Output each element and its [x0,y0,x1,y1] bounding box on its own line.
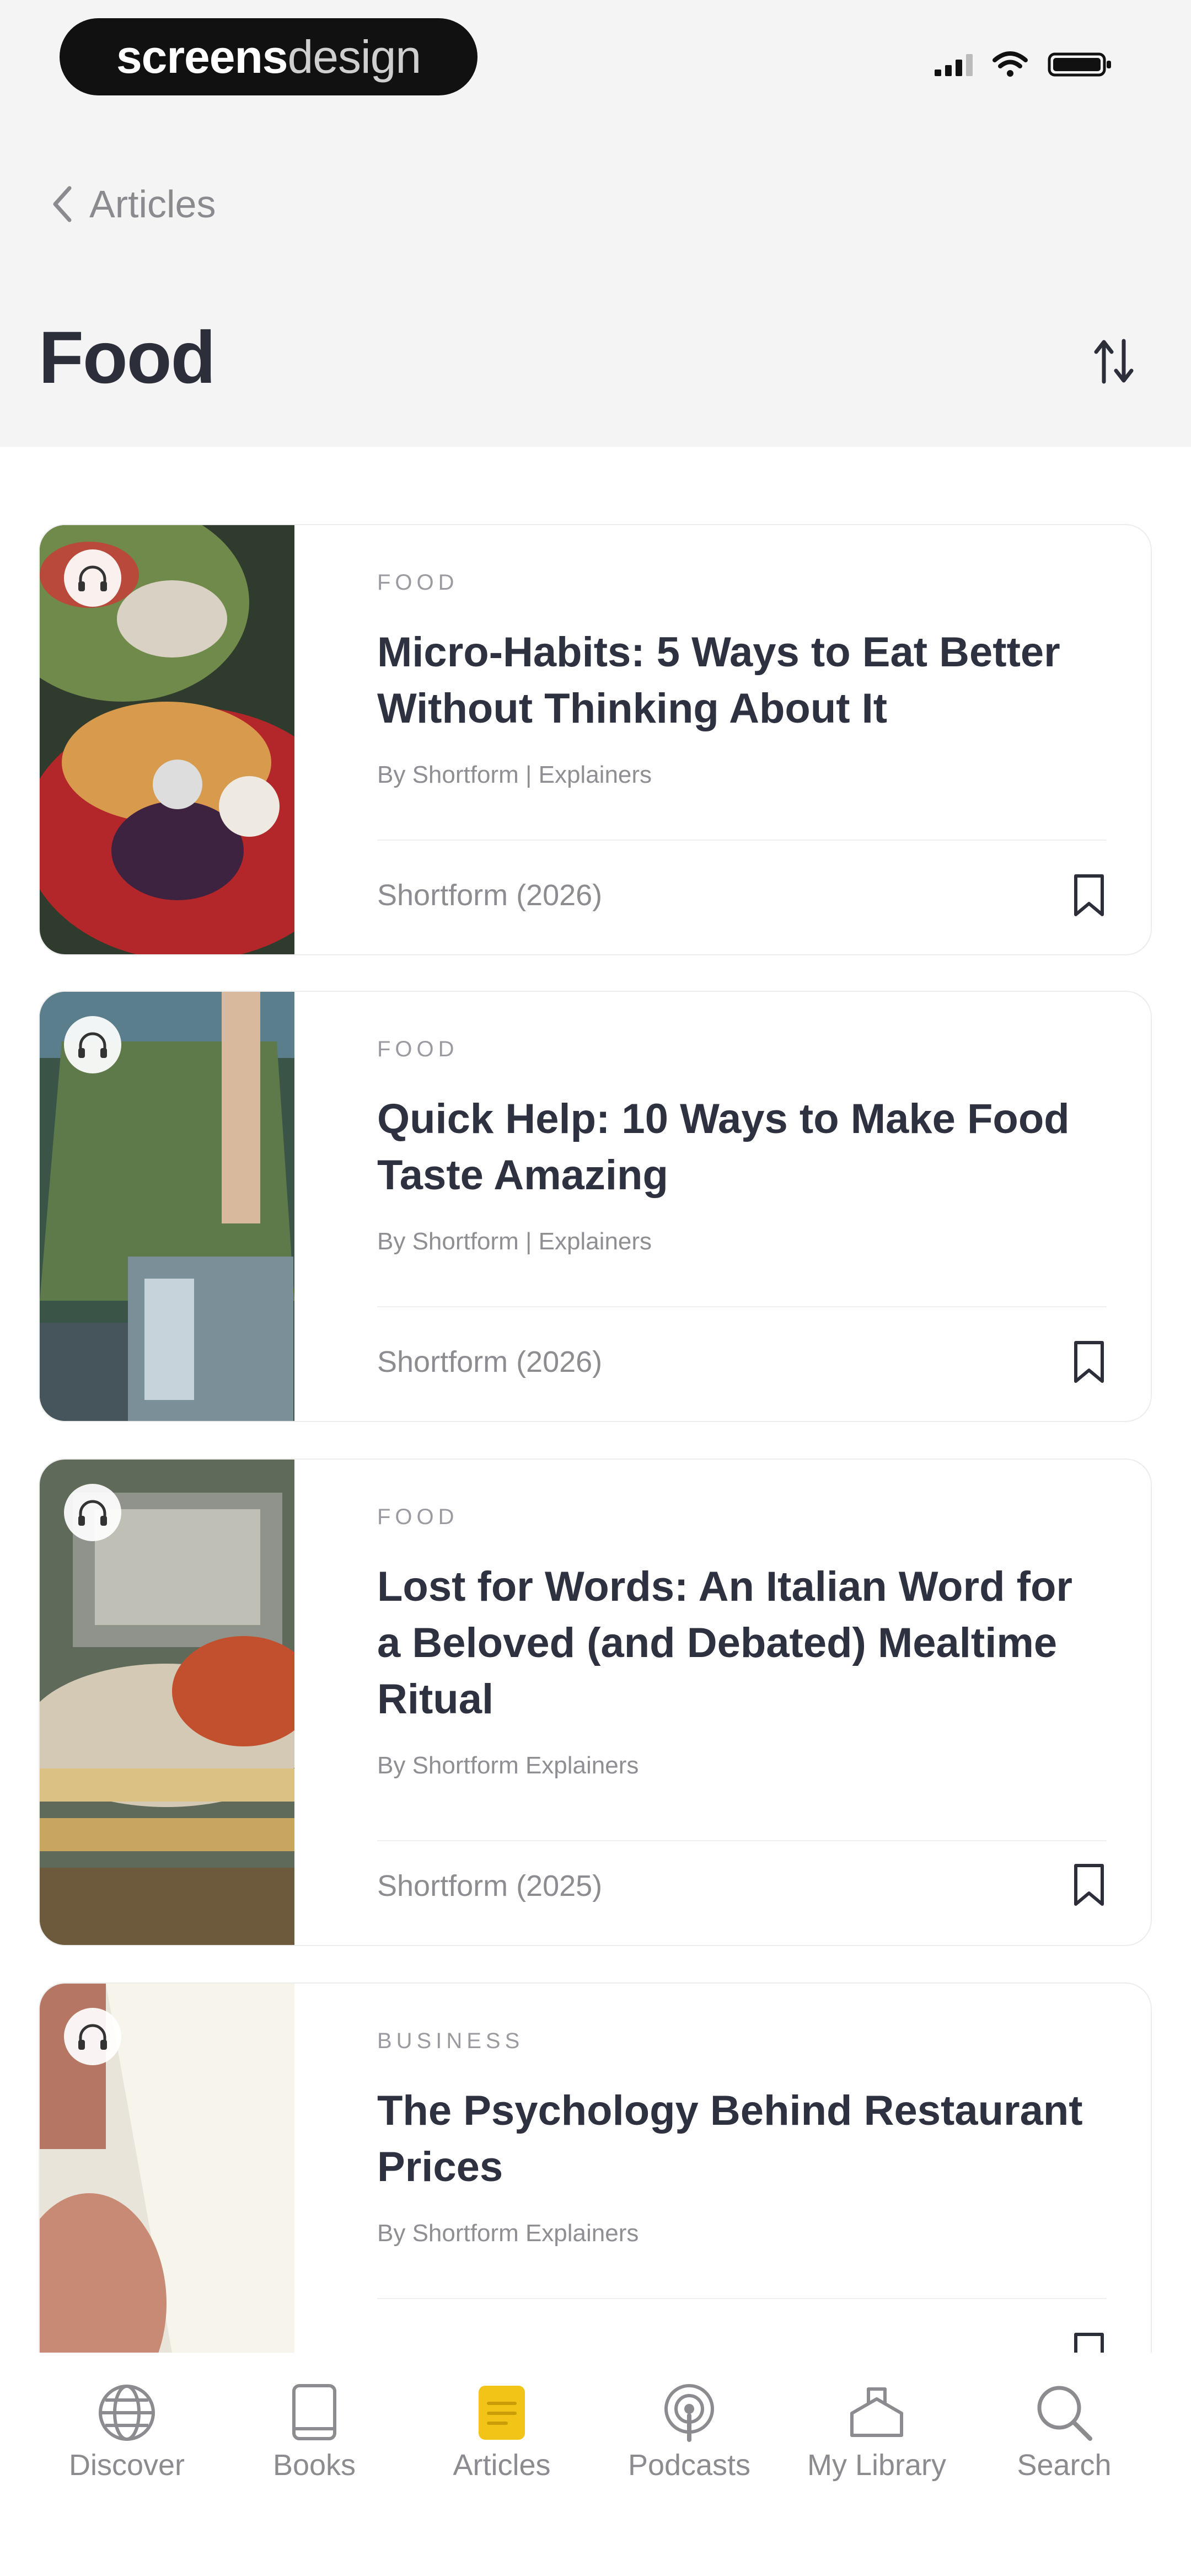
tab-label: My Library [807,2449,947,2482]
watermark-logo: screens design [60,18,478,95]
bottom-tab-bar: Discover Books Articles Podcasts My Libr… [0,2353,1191,2576]
article-card[interactable]: FOOD Quick Help: 10 Ways to Make Food Ta… [39,991,1152,1422]
headphones-icon [64,1484,121,1541]
article-body: FOOD Quick Help: 10 Ways to Make Food Ta… [339,992,1118,1421]
article-card[interactable]: FOOD Lost for Words: An Italian Word for… [39,1458,1152,1946]
article-author: By Shortform Explainers [377,1752,639,1779]
headphones-icon [64,1016,121,1073]
article-author: By Shortform | Explainers [377,761,652,788]
back-button[interactable]: Articles [51,182,216,226]
article-category: BUSINESS [377,2029,524,2053]
search-icon [1037,2386,1092,2441]
back-label: Articles [89,183,216,226]
article-title: Quick Help: 10 Ways to Make Food Taste A… [377,1095,1070,1199]
cellular-signal-icon [935,53,973,76]
globe-icon [99,2385,155,2441]
article-icon [479,2386,525,2440]
battery-icon [1048,52,1111,77]
article-body: BUSINESS The Psychology Behind Restauran… [339,1984,1118,2414]
article-source: Shortform (2026) [377,879,603,912]
status-bar [935,51,1114,78]
article-category: FOOD [377,570,459,595]
article-body: FOOD Lost for Words: An Italian Word for… [339,1460,1118,1945]
page-title: Food [39,317,216,399]
article-body: FOOD Micro-Habits: 5 Ways to Eat Better … [339,525,1118,954]
bookmark-icon[interactable] [1071,1862,1107,1909]
article-category: FOOD [377,1037,459,1061]
article-card[interactable]: FOOD Micro-Habits: 5 Ways to Eat Better … [39,524,1152,955]
article-author: By Shortform Explainers [377,2220,639,2247]
sort-icon[interactable] [1092,336,1136,386]
headphones-icon [64,2008,121,2065]
tab-label: Search [1017,2449,1112,2482]
screen: screens design Articles Food FOOD Micro-… [0,0,1191,2576]
tab-label: Books [272,2449,356,2482]
tab-discover[interactable]: Discover [36,2377,218,2482]
card-divider [377,1840,1107,1841]
article-author: By Shortform | Explainers [377,1228,652,1255]
tab-books[interactable]: Books [223,2377,405,2482]
tab-label: Podcasts [627,2449,751,2482]
library-icon [850,2387,903,2437]
article-title: Micro-Habits: 5 Ways to Eat Better Witho… [377,629,1060,732]
wifi-icon [993,51,1028,77]
article-source: Shortform (2025) [377,1869,603,1902]
chevron-left-icon [53,186,72,222]
article-title: The Psychology Behind Restaurant Prices [377,2087,1083,2190]
article-category: FOOD [377,1505,459,1529]
article-source: Shortform (2026) [377,1345,603,1378]
article-card[interactable]: BUSINESS The Psychology Behind Restauran… [39,1982,1152,2415]
bookmark-icon[interactable] [1071,1339,1107,1386]
tab-label: Discover [68,2449,185,2482]
tab-label: Articles [453,2449,551,2482]
article-title: Lost for Words: An Italian Word for a Be… [377,1563,1072,1723]
bookmark-icon[interactable] [1071,873,1107,919]
tab-my-library[interactable]: My Library [786,2377,968,2482]
tab-search[interactable]: Search [973,2377,1155,2482]
card-divider [377,1306,1107,1307]
book-icon [292,2384,336,2440]
podcast-icon [664,2384,714,2442]
card-divider [377,2298,1107,2299]
tab-articles[interactable]: Articles [411,2377,593,2482]
tab-podcasts[interactable]: Podcasts [598,2377,780,2482]
headphones-icon [64,549,121,607]
card-divider [377,840,1107,841]
